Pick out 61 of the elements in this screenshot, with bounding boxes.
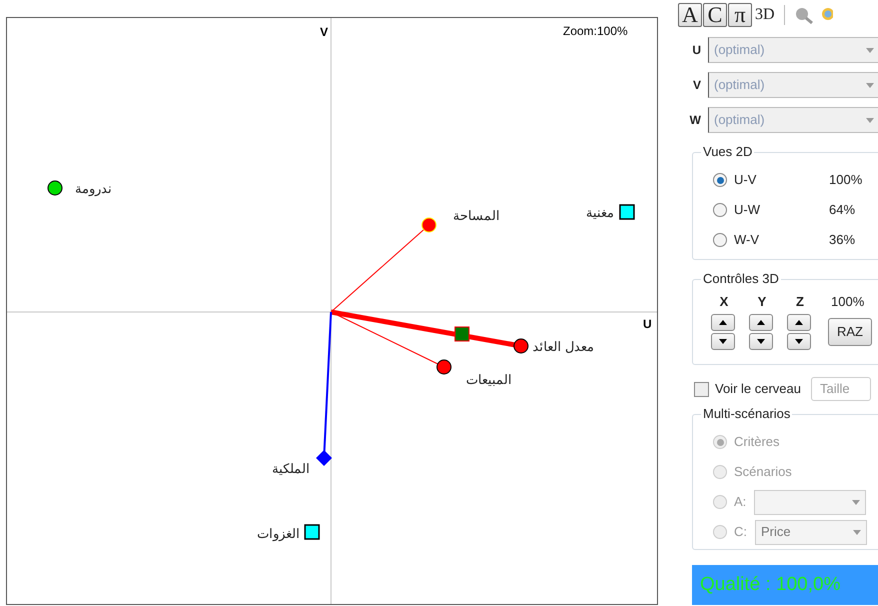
up-button[interactable] <box>749 314 773 330</box>
axis-label: U <box>691 42 702 59</box>
view-label: U-W <box>734 201 761 220</box>
toolbar-button[interactable]: C <box>703 3 727 27</box>
axis-label: W <box>688 112 702 129</box>
toolbar-button[interactable]: π <box>728 3 752 27</box>
scale-percent: 100% <box>831 293 864 311</box>
option-label: C: <box>734 523 747 542</box>
caret-icon <box>866 82 874 88</box>
up-arrow-icon <box>795 320 803 324</box>
point-label: مغنية <box>586 205 614 220</box>
point-label: الغزوات <box>257 526 300 541</box>
point-label: الملكية <box>272 461 310 476</box>
axis-label: X <box>718 293 730 311</box>
down-arrow-icon <box>795 338 803 344</box>
axis-label: V <box>692 77 702 94</box>
zoom-label: Zoom:100% <box>563 24 628 38</box>
checkbox[interactable] <box>694 382 709 396</box>
radio-button[interactable] <box>713 233 727 247</box>
search-icon[interactable] <box>794 6 814 24</box>
quality-bar: Qualité : 100,0% <box>692 565 878 605</box>
point-label: ندرومة <box>75 181 112 196</box>
point-label: المبيعات <box>466 372 512 387</box>
view-percent: 36% <box>829 231 856 250</box>
down-button[interactable] <box>749 332 773 350</box>
option-label: Scénarios <box>734 463 792 482</box>
up-arrow-icon <box>757 320 765 324</box>
up-button[interactable] <box>787 314 811 330</box>
up-button[interactable] <box>711 314 735 330</box>
radio-button[interactable] <box>713 203 727 217</box>
size-button[interactable]: Taille <box>811 377 871 401</box>
option-label: Critères <box>734 433 780 452</box>
view-percent: 100% <box>829 171 862 190</box>
view-label: U-V <box>734 171 758 190</box>
point-label: معدل العائد <box>532 339 594 354</box>
up-arrow-icon <box>719 320 727 324</box>
mode-label: 3D <box>755 5 775 25</box>
axis-label: Z <box>795 293 805 311</box>
axis-dropdown[interactable]: (optimal) <box>708 107 878 133</box>
caret-icon <box>853 530 861 534</box>
axis-label: Y <box>756 293 768 311</box>
caret-icon <box>866 48 874 52</box>
center-marker <box>454 326 470 342</box>
axis-label: V <box>320 25 328 39</box>
checkbox-label: Voir le cerveau <box>715 380 801 398</box>
down-button[interactable] <box>711 332 735 350</box>
view-percent: 64% <box>829 201 856 220</box>
point-label: المساحة <box>453 208 500 223</box>
view-label: W-V <box>734 231 760 250</box>
option-label: A: <box>734 493 746 512</box>
toolbar-button[interactable]: A <box>678 3 702 27</box>
axis-dropdown[interactable]: (optimal) <box>708 72 878 98</box>
axis-dropdown[interactable]: (optimal) <box>708 37 878 63</box>
axis-label: U <box>643 317 652 331</box>
down-arrow-icon <box>757 338 765 344</box>
caret-icon <box>866 118 874 122</box>
down-arrow-icon <box>719 338 727 344</box>
radio-button[interactable] <box>713 173 727 187</box>
down-button[interactable] <box>787 332 811 350</box>
reset-button[interactable]: RAZ <box>828 318 872 346</box>
caret-icon <box>852 500 860 504</box>
